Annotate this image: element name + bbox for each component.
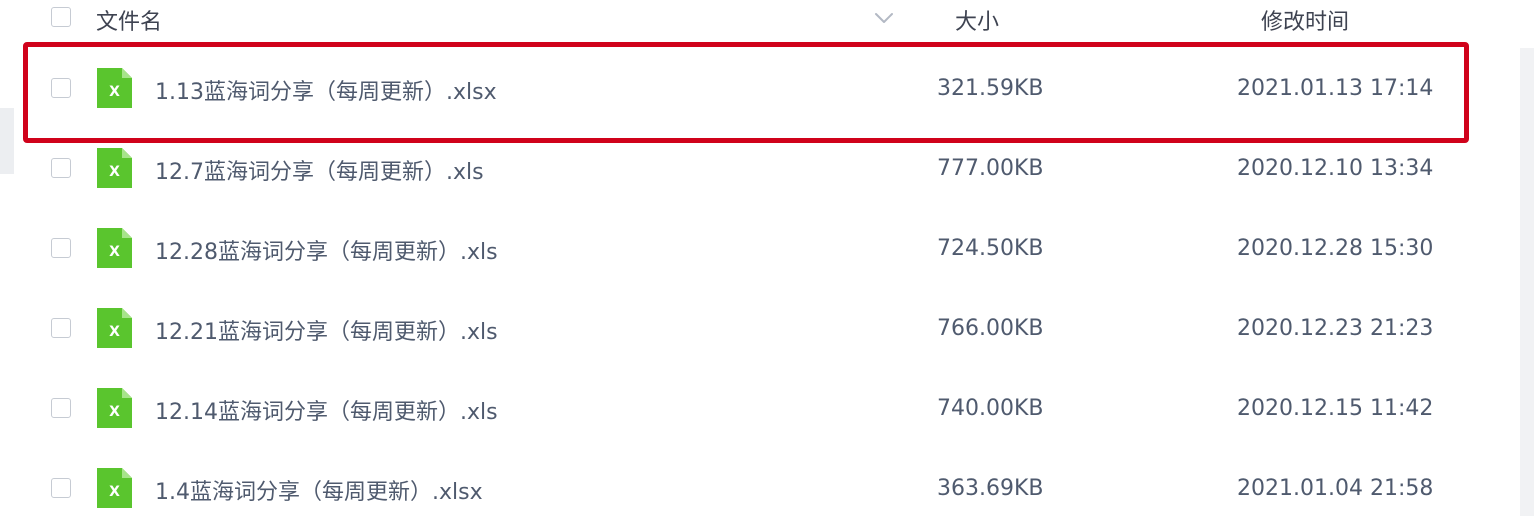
- file-list-header: 文件名 大小 修改时间: [0, 0, 1534, 40]
- file-list-page: 文件名 大小 修改时间 X 1.13蓝海词分享（每周更新）.xlsx 321.5…: [0, 0, 1534, 516]
- file-name[interactable]: 1.13蓝海词分享（每周更新）.xlsx: [155, 74, 497, 106]
- scrollbar-track[interactable]: [1520, 48, 1534, 516]
- file-row[interactable]: X 1.4蓝海词分享（每周更新）.xlsx 363.69KB 2021.01.0…: [0, 448, 1520, 516]
- column-header-mtime[interactable]: 修改时间: [1261, 4, 1349, 36]
- row-checkbox[interactable]: [51, 478, 71, 498]
- file-size: 724.50KB: [937, 236, 1044, 261]
- select-all-checkbox[interactable]: [51, 7, 71, 27]
- file-row[interactable]: X 1.13蓝海词分享（每周更新）.xlsx 321.59KB 2021.01.…: [0, 48, 1520, 128]
- file-row[interactable]: X 12.7蓝海词分享（每周更新）.xls 777.00KB 2020.12.1…: [0, 128, 1520, 208]
- svg-text:X: X: [109, 244, 120, 260]
- file-size: 777.00KB: [937, 156, 1044, 181]
- file-row[interactable]: X 12.21蓝海词分享（每周更新）.xls 766.00KB 2020.12.…: [0, 288, 1520, 368]
- excel-file-icon: X: [97, 468, 132, 508]
- svg-text:X: X: [109, 404, 120, 420]
- row-checkbox[interactable]: [51, 318, 71, 338]
- row-checkbox[interactable]: [51, 158, 71, 178]
- file-size: 363.69KB: [937, 476, 1044, 501]
- file-size: 766.00KB: [937, 316, 1044, 341]
- svg-text:X: X: [109, 84, 120, 100]
- svg-text:X: X: [109, 484, 120, 500]
- excel-file-icon: X: [97, 388, 132, 428]
- row-checkbox[interactable]: [51, 398, 71, 418]
- file-list: X 1.13蓝海词分享（每周更新）.xlsx 321.59KB 2021.01.…: [0, 48, 1520, 516]
- excel-file-icon: X: [97, 148, 132, 188]
- column-header-name[interactable]: 文件名: [96, 4, 162, 36]
- row-checkbox[interactable]: [51, 238, 71, 258]
- file-mtime: 2021.01.04 21:58: [1237, 476, 1434, 501]
- file-name[interactable]: 1.4蓝海词分享（每周更新）.xlsx: [155, 474, 483, 506]
- file-mtime: 2020.12.23 21:23: [1237, 316, 1434, 341]
- file-row[interactable]: X 12.14蓝海词分享（每周更新）.xls 740.00KB 2020.12.…: [0, 368, 1520, 448]
- file-size: 321.59KB: [937, 76, 1044, 101]
- file-mtime: 2021.01.13 17:14: [1237, 76, 1434, 101]
- excel-file-icon: X: [97, 228, 132, 268]
- file-mtime: 2020.12.15 11:42: [1237, 396, 1434, 421]
- file-mtime: 2020.12.10 13:34: [1237, 156, 1434, 181]
- file-name[interactable]: 12.28蓝海词分享（每周更新）.xls: [155, 234, 498, 266]
- file-mtime: 2020.12.28 15:30: [1237, 236, 1434, 261]
- row-checkbox[interactable]: [51, 78, 71, 98]
- file-row[interactable]: X 12.28蓝海词分享（每周更新）.xls 724.50KB 2020.12.…: [0, 208, 1520, 288]
- excel-file-icon: X: [97, 308, 132, 348]
- file-name[interactable]: 12.7蓝海词分享（每周更新）.xls: [155, 154, 484, 186]
- column-header-size[interactable]: 大小: [955, 4, 999, 36]
- file-name[interactable]: 12.14蓝海词分享（每周更新）.xls: [155, 394, 498, 426]
- excel-file-icon: X: [97, 68, 132, 108]
- chevron-down-icon[interactable]: [873, 10, 895, 26]
- svg-text:X: X: [109, 324, 120, 340]
- file-name[interactable]: 12.21蓝海词分享（每周更新）.xls: [155, 314, 498, 346]
- file-size: 740.00KB: [937, 396, 1044, 421]
- svg-text:X: X: [109, 164, 120, 180]
